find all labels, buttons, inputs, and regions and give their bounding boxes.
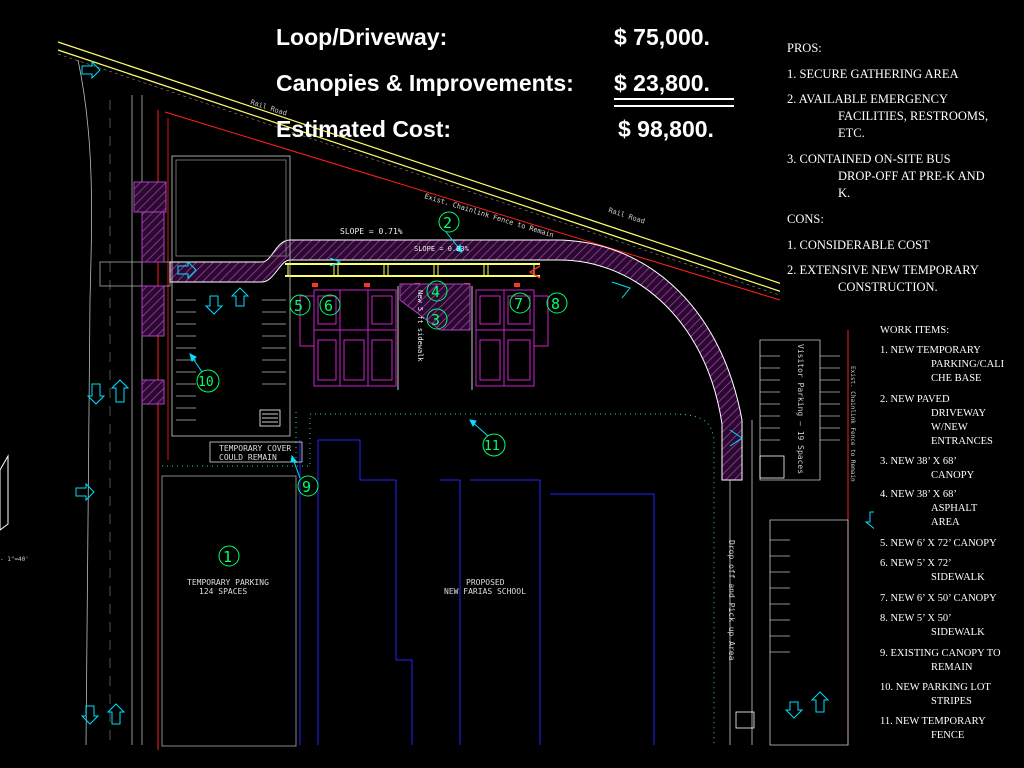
callout-5: 5 (289, 294, 311, 316)
work-item: 3. NEW 38’ X 68’ CANOPY (880, 456, 975, 481)
north-arrow (0, 454, 9, 531)
callout-2: 2 (438, 211, 460, 233)
scale-label: - 1"=40' (0, 556, 29, 563)
svg-text:4: 4 (431, 283, 440, 301)
work-item: 8. NEW 5’ X 50’ SIDEWALK (880, 613, 985, 638)
callout-6: 6 (319, 294, 341, 316)
temp-cover-label-1: TEMPORARY COVER (219, 444, 291, 453)
cons-item: 2. EXTENSIVE NEW TEMPORARY CONSTRUCTION. (787, 263, 979, 294)
pros-item: 3. CONTAINED ON-SITE BUS DROP-OFF AT PRE… (787, 152, 985, 200)
work-item: 4. NEW 38’ X 68’ ASPHALT AREA (880, 489, 978, 528)
rail-road-label-2: Rail Road (607, 206, 646, 225)
cons-heading: CONS: (787, 212, 824, 226)
temp-parking-label-2: 124 SPACES (199, 587, 247, 596)
svg-text:1: 1 (223, 548, 232, 566)
loop-amount: $ 75,000. (614, 24, 710, 50)
work-item: 7. NEW 6’ X 50’ CANOPY (880, 593, 997, 604)
estimated-cost-line: Estimated Cost: $ 98,800. (276, 116, 746, 150)
slope-label-2: SLOPE = 0.03% (414, 245, 470, 253)
estimated-label: Estimated Cost: (276, 116, 452, 142)
canopies-amount: $ 23,800. (614, 70, 710, 96)
svg-text:8: 8 (551, 295, 560, 313)
property-lines (157, 110, 849, 750)
left-parking-lot (171, 155, 291, 437)
svg-text:7: 7 (514, 295, 523, 313)
svg-text:5: 5 (294, 297, 303, 315)
work-items-heading: WORK ITEMS: (880, 325, 950, 336)
sidewalk-note: New 5 ft sidewalk (416, 290, 424, 362)
loop-label: Loop/Driveway: (276, 24, 448, 50)
work-item: 6. NEW 5’ X 72’ SIDEWALK (880, 558, 985, 583)
pros-heading: PROS: (787, 41, 822, 55)
site-plan-slide: Rail Road Rail Road 1 2 3 4 5 6 7 8 9 10… (0, 0, 1024, 768)
dropoff-label: Drop off and Pick up Area (727, 540, 736, 661)
canopies-label: Canopies & Improvements: (276, 70, 574, 96)
temp-parking-label-1: TEMPORARY PARKING (187, 578, 269, 587)
work-item: 1. NEW TEMPORARY PARKING/CALI CHE BASE (880, 345, 1005, 384)
slope-label-1: SLOPE = 0.71% (340, 227, 403, 236)
pros-item: 2. AVAILABLE EMERGENCY FACILITIES, RESTR… (787, 92, 989, 140)
work-item: 11. NEW TEMPORARY FENCE (880, 716, 986, 741)
work-item: 2. NEW PAVED DRIVEWAY W/NEW ENTRANCES (880, 394, 993, 447)
visitor-parking-area (729, 339, 849, 746)
cons-item: 1. CONSIDERABLE COST (787, 238, 930, 252)
callout-11: 11 (482, 433, 506, 457)
traffic-arrows (75, 60, 888, 725)
svg-text:2: 2 (443, 214, 452, 232)
work-item: 9. EXISTING CANOPY TO REMAIN (880, 648, 1001, 673)
pros-item: 1. SECURE GATHERING AREA (787, 67, 959, 81)
estimated-amount: $ 98,800. (618, 116, 714, 142)
svg-text:6: 6 (324, 297, 333, 315)
left-entrance-hatching (133, 181, 167, 405)
temp-cover-label-2: COULD REMAIN (219, 453, 277, 462)
work-item: 5. NEW 6’ X 72’ CANOPY (880, 538, 997, 549)
callout-8: 8 (546, 292, 568, 314)
visitor-parking-label: Visitor Parking — 19 Spaces (796, 344, 805, 474)
callout-9: 9 (297, 475, 319, 497)
school-label-2: NEW FARIAS SCHOOL (444, 587, 526, 596)
svg-text:9: 9 (302, 478, 311, 496)
work-items-panel: WORK ITEMS: 1. NEW TEMPORARY PARKING/CAL… (874, 318, 1024, 748)
total-underline (614, 98, 734, 107)
callout-1: 1 (218, 545, 240, 567)
fence-note-right: Exist. Chainlink Fence to Remain (849, 366, 856, 482)
callout-7: 7 (509, 292, 531, 314)
loop-cost-line: Loop/Driveway: $ 75,000. (276, 24, 746, 58)
callout-10: 10 (196, 369, 220, 393)
svg-text:11: 11 (484, 439, 500, 454)
school-label-1: PROPOSED (466, 578, 505, 587)
svg-text:10: 10 (198, 375, 214, 390)
pros-cons-panel: PROS: 1. SECURE GATHERING AREA 2. AVAILA… (780, 34, 1024, 330)
work-item: 10. NEW PARKING LOT STRIPES (880, 682, 991, 707)
svg-text:3: 3 (431, 311, 440, 329)
